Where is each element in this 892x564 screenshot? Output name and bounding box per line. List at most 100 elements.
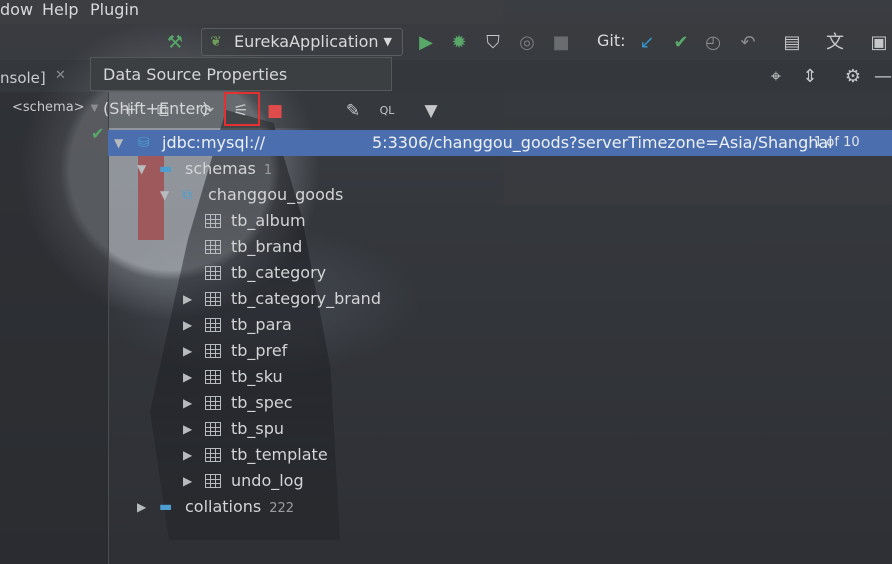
table-node[interactable]: ▶ tb_category_brand bbox=[108, 286, 892, 312]
git-update-icon[interactable]: ↙ bbox=[636, 32, 658, 54]
table-icon bbox=[205, 370, 221, 384]
expand-arrow-icon[interactable]: ▶ bbox=[183, 312, 192, 338]
table-label: tb_pref bbox=[231, 341, 288, 360]
run-icon[interactable]: ▶ bbox=[415, 32, 437, 54]
check-icon: ✔ bbox=[91, 124, 105, 143]
table-label: tb_spu bbox=[231, 419, 285, 438]
table-label: tb_template bbox=[231, 445, 328, 464]
chevron-down-icon: ▼ bbox=[90, 103, 99, 114]
table-label: tb_brand bbox=[231, 237, 303, 256]
schemas-count: 1 bbox=[263, 163, 273, 178]
expand-arrow-icon[interactable]: ▶ bbox=[183, 390, 192, 416]
database-label: changgou_goods bbox=[208, 185, 344, 204]
schemas-node[interactable]: ▼ ▬ schemas 1 bbox=[108, 156, 892, 182]
disconnect-icon[interactable]: ■ bbox=[264, 100, 286, 122]
table-icon bbox=[205, 214, 221, 228]
build-hammer-icon[interactable]: ⚒ bbox=[164, 32, 186, 54]
table-icon bbox=[205, 266, 221, 280]
run-configuration-label: EurekaApplication bbox=[234, 32, 379, 51]
table-icon bbox=[205, 318, 221, 332]
git-history-icon[interactable]: ◴ bbox=[702, 32, 724, 54]
collations-count: 222 bbox=[269, 501, 295, 516]
terminal-icon[interactable]: ▣ bbox=[868, 32, 890, 54]
menu-plugin[interactable]: Plugin bbox=[90, 0, 139, 20]
table-label: tb_sku bbox=[231, 367, 283, 386]
folder-icon: ▬ bbox=[159, 499, 173, 515]
expand-arrow-icon[interactable]: ▼ bbox=[137, 156, 146, 182]
profile-icon[interactable]: ◎ bbox=[516, 32, 538, 54]
table-icon bbox=[205, 240, 221, 254]
spring-leaf-icon: ❦ bbox=[210, 34, 222, 50]
schema-select-label: <schema> bbox=[12, 100, 85, 115]
table-icon bbox=[205, 422, 221, 436]
mysql-datasource-icon: ⛁ bbox=[138, 135, 150, 151]
expand-arrow-icon[interactable]: ▶ bbox=[183, 416, 192, 442]
table-label: tb_category_brand bbox=[231, 289, 381, 308]
project-structure-icon[interactable]: ▤ bbox=[781, 32, 803, 54]
table-icon bbox=[205, 396, 221, 410]
left-panel bbox=[0, 92, 109, 564]
filter-icon[interactable]: ▼ bbox=[420, 100, 442, 122]
menu-window[interactable]: dow bbox=[0, 0, 33, 20]
datasource-url-prefix: jdbc:mysql:// bbox=[162, 133, 266, 152]
schema-icon: ⧉ bbox=[182, 187, 192, 203]
schemas-label: schemas bbox=[185, 159, 256, 178]
menu-bar: dow Help Plugin bbox=[0, 0, 503, 24]
folder-icon: ▬ bbox=[159, 161, 173, 177]
expand-arrow-icon[interactable]: ▼ bbox=[114, 130, 123, 156]
table-node[interactable]: ▶ undo_log bbox=[108, 468, 892, 494]
expand-arrow-icon[interactable]: ▼ bbox=[160, 182, 169, 208]
git-label: Git: bbox=[597, 31, 626, 50]
schema-select[interactable]: <schema> ▼ bbox=[12, 100, 98, 115]
table-icon bbox=[205, 474, 221, 488]
database-node[interactable]: ▼ ⧉ changgou_goods bbox=[108, 182, 892, 208]
close-icon[interactable]: ✕ bbox=[55, 68, 66, 83]
collapse-all-icon[interactable]: ⇕ bbox=[799, 66, 821, 88]
edit-icon[interactable]: ✎ bbox=[342, 100, 364, 122]
datasource-count: 1 of 10 bbox=[814, 135, 860, 150]
menu-help[interactable]: Help bbox=[42, 0, 78, 20]
table-node[interactable]: ▶ tb_pref bbox=[108, 338, 892, 364]
tooltip: Data Source Properties (Shift+Enter) bbox=[90, 57, 392, 118]
datasource-node[interactable]: ▼ ⛁ jdbc:mysql:// 5:3306/changgou_goods?… bbox=[108, 130, 892, 156]
expand-arrow-icon[interactable]: ▶ bbox=[183, 338, 192, 364]
table-node[interactable]: ▶ tb_spu bbox=[108, 416, 892, 442]
sql-console-icon[interactable]: QL bbox=[376, 100, 398, 122]
translate-icon[interactable]: 文 bbox=[824, 32, 846, 54]
collations-label: collations bbox=[185, 497, 262, 516]
datasource-url-suffix: 5:3306/changgou_goods?serverTimezone=Asi… bbox=[372, 133, 833, 152]
locate-icon[interactable]: ⌖ bbox=[765, 66, 787, 88]
table-label: tb_para bbox=[231, 315, 292, 334]
git-rollback-icon[interactable]: ↶ bbox=[737, 32, 759, 54]
table-label: tb_album bbox=[231, 211, 306, 230]
expand-arrow-icon[interactable]: ▶ bbox=[183, 364, 192, 390]
table-node[interactable]: ▶ tb_template bbox=[108, 442, 892, 468]
coverage-icon[interactable]: ⛉ bbox=[482, 32, 504, 54]
table-label: undo_log bbox=[231, 471, 304, 490]
expand-arrow-icon[interactable]: ▶ bbox=[183, 442, 192, 468]
debug-icon[interactable]: ✹ bbox=[448, 32, 470, 54]
table-label: tb_spec bbox=[231, 393, 293, 412]
stop-icon[interactable]: ■ bbox=[550, 32, 572, 54]
hide-panel-icon[interactable]: — bbox=[872, 66, 892, 88]
collations-node[interactable]: ▶ ▬ collations 222 bbox=[108, 494, 892, 520]
run-configuration-select[interactable]: ❦ EurekaApplication ▼ bbox=[201, 28, 403, 56]
expand-arrow-icon[interactable]: ▶ bbox=[183, 468, 192, 494]
table-label: tb_category bbox=[231, 263, 327, 282]
dropdown-arrow-icon: ▼ bbox=[383, 35, 392, 48]
table-node[interactable]: ▶ tb_sku bbox=[108, 364, 892, 390]
table-node[interactable]: ▶ tb_spec bbox=[108, 390, 892, 416]
table-node[interactable]: tb_brand bbox=[108, 234, 892, 260]
table-node[interactable]: tb_category bbox=[108, 260, 892, 286]
table-node[interactable]: ▶ tb_para bbox=[108, 312, 892, 338]
table-node[interactable]: tb_album bbox=[108, 208, 892, 234]
highlight-box bbox=[224, 92, 260, 126]
table-icon bbox=[205, 448, 221, 462]
git-commit-icon[interactable]: ✔ bbox=[670, 32, 692, 54]
table-icon bbox=[205, 344, 221, 358]
tab-console[interactable]: nsole] bbox=[0, 66, 46, 90]
table-icon bbox=[205, 292, 221, 306]
gear-icon[interactable]: ⚙ bbox=[842, 66, 864, 88]
expand-arrow-icon[interactable]: ▶ bbox=[183, 286, 192, 312]
expand-arrow-icon[interactable]: ▶ bbox=[137, 494, 146, 520]
